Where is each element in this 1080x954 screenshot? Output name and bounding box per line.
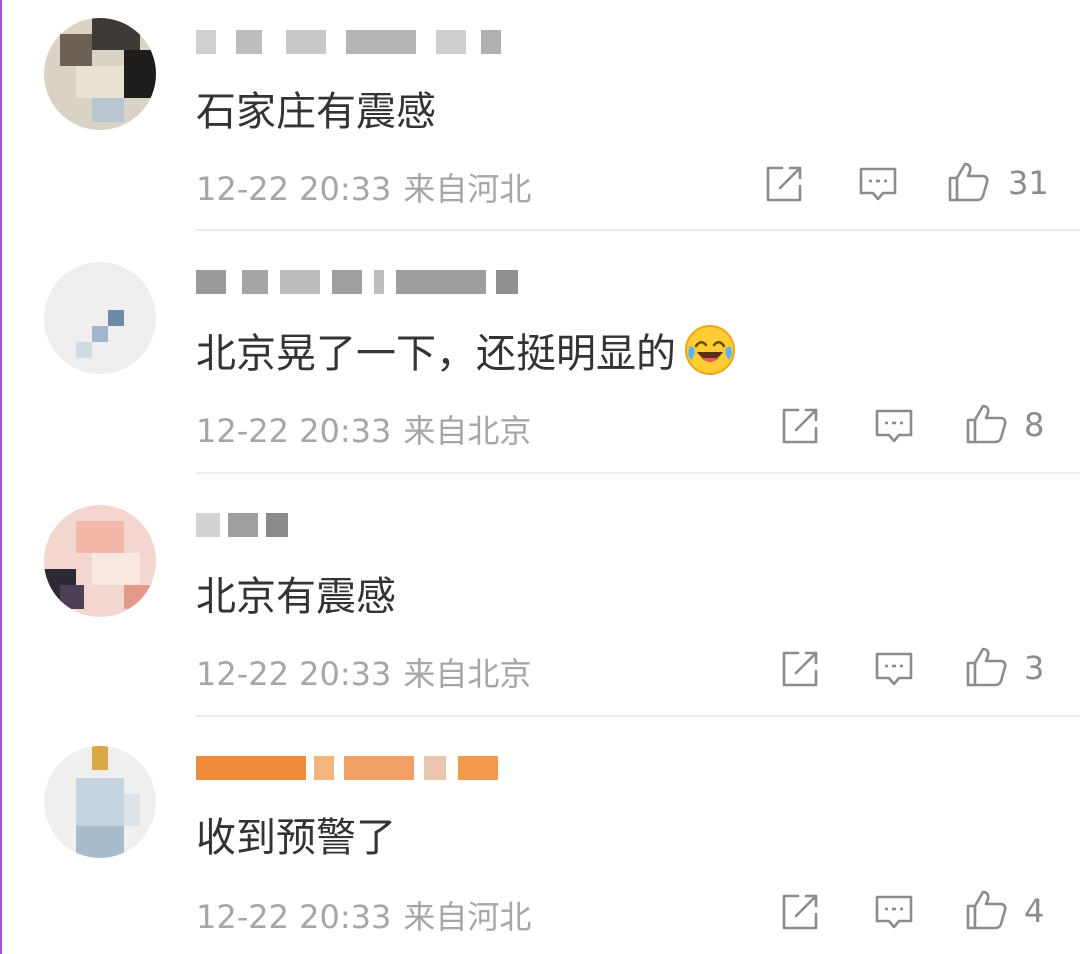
repost-button[interactable] (762, 162, 806, 206)
avatar[interactable] (44, 505, 156, 617)
comment-button[interactable] (872, 404, 916, 448)
comment-icon (859, 167, 897, 201)
like-count: 3 (1024, 649, 1045, 687)
username-blurred[interactable] (196, 270, 518, 298)
comment-time: 12-22 20:33 (196, 412, 392, 450)
comment-text: 北京晃了一下，还挺明显的 (196, 322, 736, 378)
repost-icon (782, 894, 818, 930)
avatar[interactable] (44, 262, 156, 374)
like-button[interactable] (964, 402, 1008, 446)
avatar[interactable] (44, 18, 156, 130)
comment-meta: 12-22 20:33 来自北京 (196, 406, 531, 452)
comment-location: 来自河北 (403, 898, 532, 936)
comment-icon (875, 409, 913, 443)
comment-meta: 12-22 20:33 来自河北 (196, 164, 531, 210)
comment-button[interactable] (856, 162, 900, 206)
like-button[interactable] (964, 645, 1008, 689)
comment-item: 石家庄有震感 12-22 20:33 来自河北 31 (0, 0, 1080, 230)
like-count: 8 (1024, 406, 1045, 444)
comment-location: 来自北京 (403, 655, 532, 693)
comment-location: 来自河北 (403, 170, 532, 208)
thumbs-up-icon (966, 404, 1007, 444)
like-button[interactable] (946, 160, 990, 204)
comment-icon (875, 895, 913, 929)
comment-item: 北京有震感 12-22 20:33 来自北京 3 (0, 473, 1080, 715)
repost-icon (782, 651, 818, 687)
repost-button[interactable] (778, 647, 822, 691)
comment-text-content: 北京晃了一下，还挺明显的 (196, 331, 676, 377)
avatar[interactable] (44, 746, 156, 858)
repost-icon (782, 408, 818, 444)
like-count: 4 (1024, 892, 1045, 930)
comment-icon (875, 652, 913, 686)
username-blurred[interactable] (196, 756, 516, 784)
laughing-crying-emoji (685, 325, 735, 375)
comment-button[interactable] (872, 890, 916, 934)
thumbs-up-icon (966, 647, 1007, 687)
comment-time: 12-22 20:33 (196, 170, 392, 208)
comment-meta: 12-22 20:33 来自北京 (196, 649, 531, 695)
thumbs-up-icon (948, 162, 989, 202)
thumbs-up-icon (966, 890, 1007, 930)
repost-button[interactable] (778, 404, 822, 448)
username-blurred[interactable] (196, 513, 516, 541)
repost-icon (766, 166, 802, 202)
comment-item: 北京晃了一下，还挺明显的 12-22 20:33 来自北京 8 (0, 230, 1080, 472)
repost-button[interactable] (778, 890, 822, 934)
comment-item: 收到预警了 12-22 20:33 来自河北 4 (0, 716, 1080, 954)
comment-time: 12-22 20:33 (196, 898, 392, 936)
like-count: 31 (1008, 164, 1049, 202)
comment-meta: 12-22 20:33 来自河北 (196, 892, 531, 938)
comment-text: 收到预警了 (196, 815, 396, 861)
comment-location: 来自北京 (403, 412, 532, 450)
comment-text: 北京有震感 (196, 574, 396, 620)
like-button[interactable] (964, 888, 1008, 932)
comment-time: 12-22 20:33 (196, 655, 392, 693)
comment-text: 石家庄有震感 (196, 89, 436, 135)
comment-button[interactable] (872, 647, 916, 691)
username-blurred[interactable] (196, 30, 516, 58)
